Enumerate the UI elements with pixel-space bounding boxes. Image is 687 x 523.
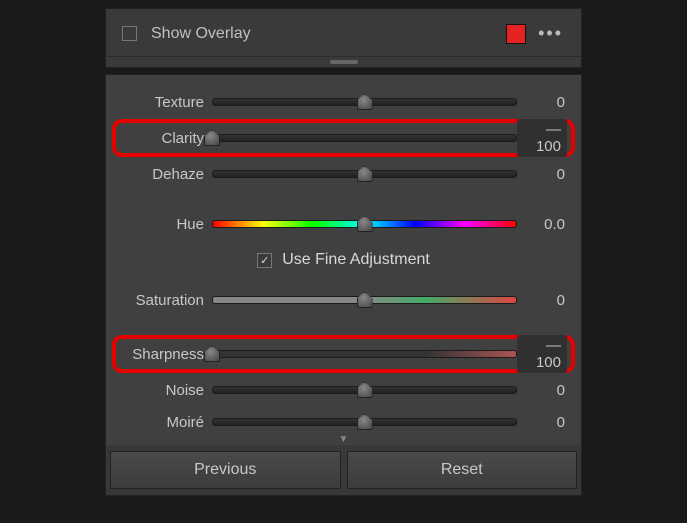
more-options-icon[interactable]: ••• <box>538 23 563 44</box>
sharpness-label: Sharpness <box>120 346 212 363</box>
sharpness-value[interactable]: — 100 <box>517 335 567 373</box>
fine-adjust-row: Use Fine Adjustment <box>120 243 567 277</box>
saturation-slider[interactable] <box>212 289 517 311</box>
saturation-value[interactable]: 0 <box>517 292 567 309</box>
slider-thumb-icon[interactable] <box>357 414 373 430</box>
noise-label: Noise <box>120 382 212 399</box>
dehaze-label: Dehaze <box>120 166 212 183</box>
moire-label: Moiré <box>120 414 212 431</box>
fine-adjust-checkbox[interactable] <box>257 253 272 268</box>
clarity-highlight: Clarity — 100 <box>112 119 575 157</box>
reset-button[interactable]: Reset <box>347 451 578 489</box>
footer-buttons: Previous Reset <box>106 445 581 495</box>
fine-adjust-label: Use Fine Adjustment <box>282 251 430 269</box>
brush-header-panel: Show Overlay ••• <box>105 8 582 68</box>
dehaze-row: Dehaze 0 <box>120 159 567 189</box>
moire-value[interactable]: 0 <box>517 414 567 431</box>
collapse-arrow-icon[interactable]: ▼ <box>339 434 349 445</box>
texture-slider[interactable] <box>212 91 517 113</box>
moire-row: Moiré 0 <box>120 407 567 437</box>
slider-thumb-icon[interactable] <box>357 166 373 182</box>
slider-thumb-icon[interactable] <box>357 94 373 110</box>
slider-thumb-icon[interactable] <box>357 382 373 398</box>
saturation-row: Saturation 0 <box>120 285 567 315</box>
clarity-value[interactable]: — 100 <box>517 119 567 157</box>
moire-slider[interactable] <box>212 411 517 433</box>
sharpness-highlight: Sharpness — 100 <box>112 335 575 373</box>
texture-value[interactable]: 0 <box>517 94 567 111</box>
adjustments-panel: Texture 0 Clarity — 100 Deha <box>105 74 582 496</box>
saturation-label: Saturation <box>120 292 212 309</box>
slider-thumb-icon[interactable] <box>357 216 373 232</box>
texture-row: Texture 0 <box>120 87 567 117</box>
previous-button[interactable]: Previous <box>110 451 341 489</box>
slider-thumb-icon[interactable] <box>357 292 373 308</box>
noise-slider[interactable] <box>212 379 517 401</box>
dehaze-slider[interactable] <box>212 163 517 185</box>
mask-color-swatch[interactable] <box>506 24 526 44</box>
texture-label: Texture <box>120 94 212 111</box>
noise-value[interactable]: 0 <box>517 382 567 399</box>
show-overlay-checkbox[interactable] <box>122 26 137 41</box>
hue-row: Hue 0.0 <box>120 209 567 239</box>
noise-row: Noise 0 <box>120 375 567 405</box>
show-overlay-label: Show Overlay <box>151 25 506 43</box>
dehaze-value[interactable]: 0 <box>517 166 567 183</box>
hue-label: Hue <box>120 216 212 233</box>
clarity-label: Clarity <box>120 130 212 147</box>
sharpness-slider[interactable] <box>212 343 517 365</box>
panel-grip-icon[interactable] <box>106 57 581 67</box>
clarity-slider[interactable] <box>212 127 517 149</box>
header-bar: Show Overlay ••• <box>106 9 581 57</box>
hue-slider[interactable] <box>212 213 517 235</box>
hue-value[interactable]: 0.0 <box>517 216 567 233</box>
